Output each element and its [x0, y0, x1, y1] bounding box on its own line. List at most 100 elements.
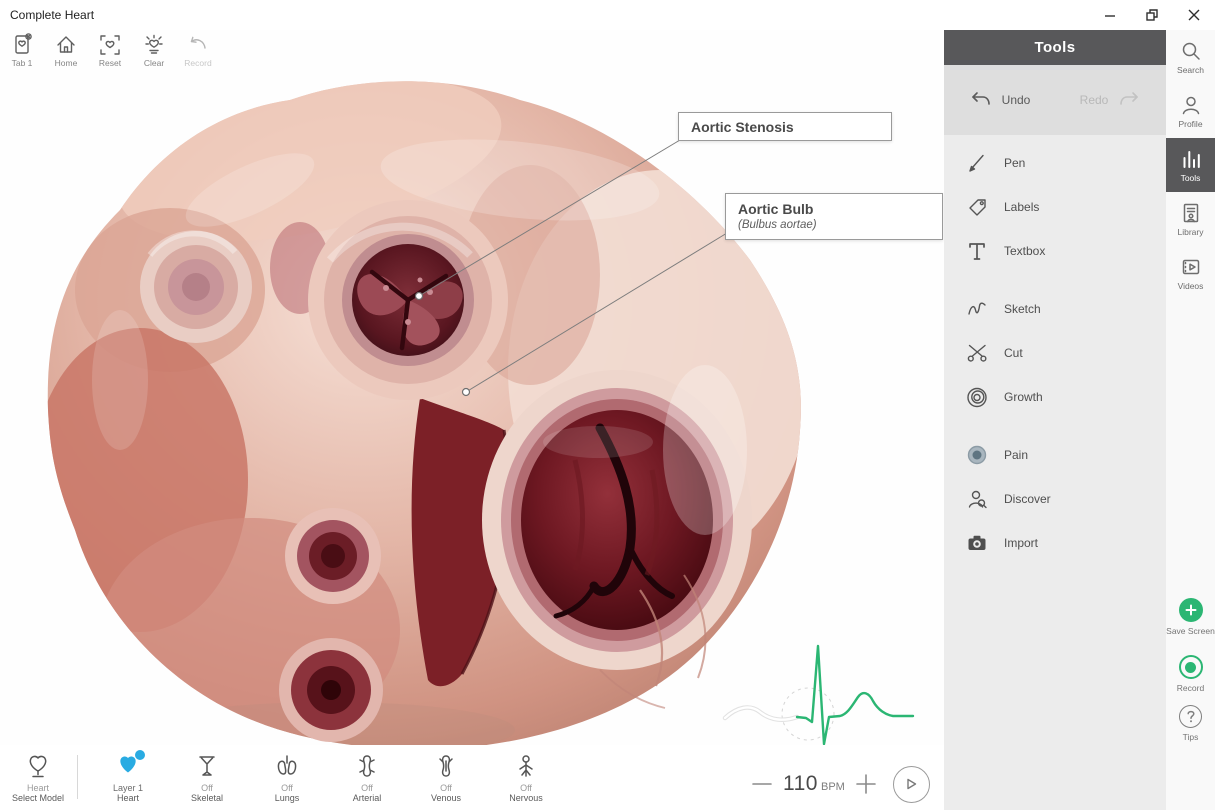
toolbar-record-button[interactable]: Record	[176, 30, 220, 76]
toolbar-clear-button[interactable]: Clear	[132, 30, 176, 76]
restore-button[interactable]	[1131, 0, 1173, 30]
toolbar-home-button[interactable]: Home	[44, 30, 88, 76]
arterial-system-icon	[359, 755, 375, 777]
annotation-aortic-bulb[interactable]: Aortic Bulb (Bulbus aortae)	[725, 193, 943, 240]
record-button[interactable]: Record	[1166, 655, 1215, 693]
textbox-icon	[969, 243, 985, 260]
videos-icon	[1182, 259, 1199, 274]
select-model-heart-icon	[29, 755, 47, 778]
rail-search[interactable]: Search	[1166, 30, 1215, 84]
annotation-label: Aortic Bulb	[738, 201, 814, 217]
tool-label: Pen	[1004, 156, 1026, 170]
arterial-toggle[interactable]: Off Arterial	[327, 745, 407, 803]
clear-icon	[145, 34, 163, 54]
rail-videos[interactable]: Videos	[1166, 246, 1215, 300]
record-icon	[1178, 655, 1203, 679]
layer-label: Arterial	[352, 793, 382, 803]
import-camera-icon	[968, 535, 986, 550]
layer-label: Select Model	[11, 793, 65, 803]
toolbar-home-label: Home	[54, 58, 78, 68]
bpm-decrease-button[interactable]	[750, 772, 774, 796]
model-viewport: Aortic Stenosis Aortic Bulb (Bulbus aort…	[0, 30, 944, 745]
undo-redo-bar: Undo Redo	[944, 65, 1166, 135]
library-icon	[1183, 203, 1198, 222]
tips-button[interactable]: Tips	[1166, 705, 1215, 742]
tool-labels[interactable]: Labels	[944, 185, 1166, 229]
tools-panel: Tools Undo Redo Pen Labels Textbox Sketc…	[944, 30, 1166, 810]
select-model-button[interactable]: Heart Select Model	[0, 745, 78, 803]
layer-label: Skeletal	[190, 793, 224, 803]
redo-label: Redo	[1079, 93, 1109, 107]
minus-icon	[752, 783, 772, 785]
tab-icon	[15, 33, 32, 54]
nervous-toggle[interactable]: Off Nervous	[486, 745, 566, 803]
bpm-unit: BPM	[820, 780, 845, 793]
tool-cut[interactable]: Cut	[944, 331, 1166, 375]
layer-label: Lungs	[274, 793, 300, 803]
rail-library[interactable]: Library	[1166, 192, 1215, 246]
tool-textbox[interactable]: Textbox	[944, 229, 1166, 273]
search-icon	[1182, 42, 1200, 60]
annotation-aortic-stenosis[interactable]: Aortic Stenosis	[678, 112, 892, 141]
save-screen-plus-icon	[1178, 598, 1203, 622]
lungs-toggle[interactable]: Off Lungs	[247, 745, 327, 803]
tool-label: Import	[1004, 536, 1039, 550]
layer-label: Nervous	[509, 793, 543, 803]
layer-badge	[134, 749, 146, 761]
venous-toggle[interactable]: Off Venous	[406, 745, 486, 803]
tool-group-gap	[944, 419, 1166, 433]
tools-panel-title: Tools	[1034, 39, 1076, 56]
toolbar-tab1-button[interactable]: Tab 1	[0, 30, 44, 76]
bpm-increase-button[interactable]	[854, 772, 878, 796]
tool-list: Pen Labels Textbox Sketch Cut Growth Pai…	[944, 135, 1166, 565]
layer-state: Off	[281, 783, 293, 793]
right-rail: Search Profile Tools Library Videos Save…	[1166, 30, 1215, 810]
rail-label: Library	[1177, 226, 1204, 237]
tool-sketch[interactable]: Sketch	[944, 287, 1166, 331]
close-button[interactable]	[1173, 0, 1215, 30]
tool-label: Labels	[1004, 200, 1040, 214]
bpm-controls: 110 BPM	[750, 758, 930, 810]
layer-label: Venous	[430, 793, 462, 803]
toolbar-tab1-label: Tab 1	[11, 58, 33, 68]
rail-label: Profile	[1178, 118, 1203, 129]
minimize-button[interactable]	[1089, 0, 1131, 30]
rail-profile[interactable]: Profile	[1166, 84, 1215, 138]
cut-icon	[967, 344, 987, 362]
sketch-icon	[968, 302, 986, 315]
annotation-sublabel: (Bulbus aortae)	[738, 219, 817, 231]
save-screen-button[interactable]: Save Screen	[1166, 598, 1215, 636]
tool-pain[interactable]: Pain	[944, 433, 1166, 477]
play-button[interactable]	[892, 765, 930, 803]
tool-label: Sketch	[1004, 302, 1041, 316]
tool-label: Textbox	[1004, 244, 1046, 258]
tool-pen[interactable]: Pen	[944, 141, 1166, 185]
layer-state: Off	[361, 783, 373, 793]
rail-tools[interactable]: Tools	[1166, 138, 1215, 192]
bottom-bar: Heart Select Model Layer 1 Heart Off Ske…	[0, 745, 944, 810]
toolbar-reset-button[interactable]: Reset	[88, 30, 132, 76]
skeletal-toggle[interactable]: Off Skeletal	[167, 745, 247, 803]
profile-icon	[1182, 96, 1199, 114]
layer-state: Off	[201, 783, 213, 793]
layer-state: Off	[440, 783, 452, 793]
plus-icon	[856, 774, 876, 794]
toolbar-reset-label: Reset	[98, 58, 122, 68]
tips-label: Tips	[1182, 732, 1199, 742]
tool-discover[interactable]: Discover	[944, 477, 1166, 521]
tool-import[interactable]: Import	[944, 521, 1166, 565]
undo-icon	[971, 92, 990, 105]
tool-label: Cut	[1004, 346, 1023, 360]
bpm-value: 110	[783, 772, 818, 795]
heart-model[interactable]	[32, 49, 812, 745]
top-toolbar: Tab 1 Home Reset Clear Record	[0, 30, 944, 76]
bottom-bar-divider	[77, 755, 78, 799]
layer1-heart-button[interactable]: Layer 1 Heart	[88, 745, 168, 803]
labels-icon	[969, 199, 986, 216]
tool-growth[interactable]: Growth	[944, 375, 1166, 419]
skeletal-system-icon	[199, 756, 215, 776]
redo-button[interactable]: Redo	[1055, 90, 1166, 110]
redo-icon	[1120, 92, 1139, 105]
undo-button[interactable]: Undo	[944, 90, 1055, 110]
layer-state: Heart	[26, 783, 49, 793]
